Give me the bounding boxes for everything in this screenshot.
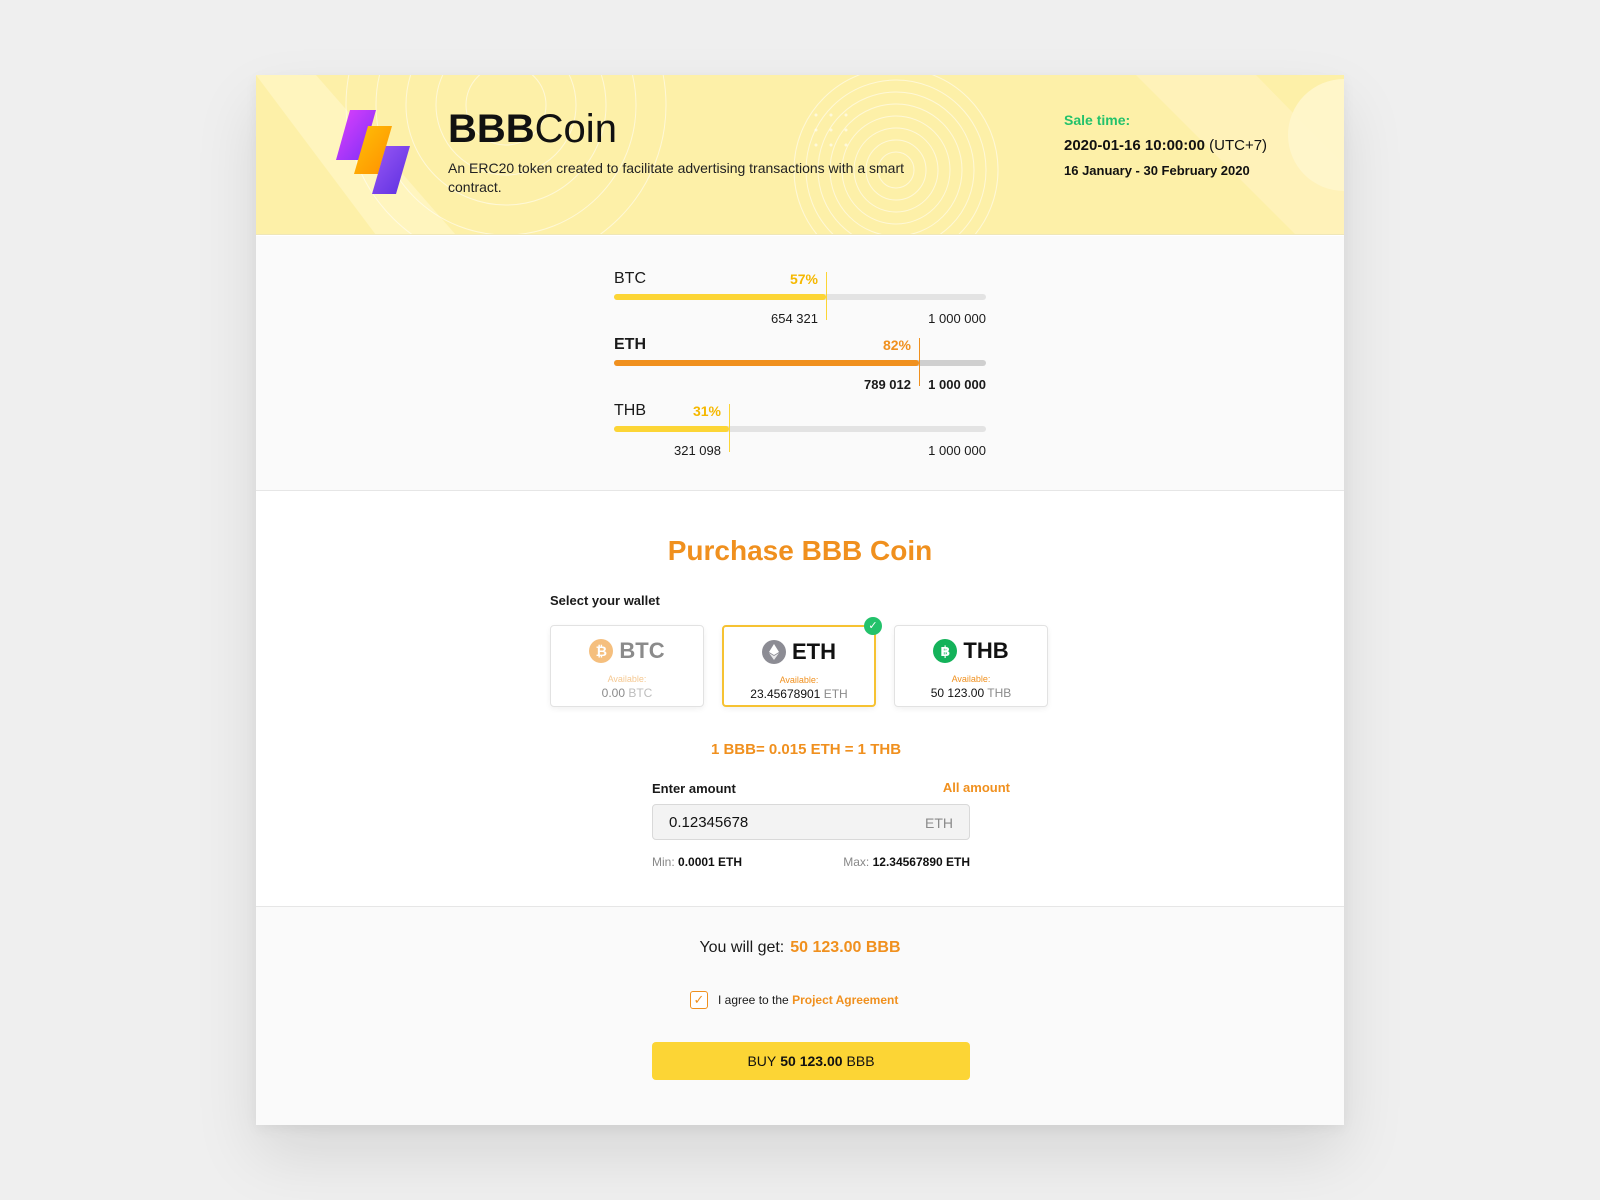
funding-progress: BTC 57% 654 321 1 000 000 ETH 82% 789 01… — [256, 236, 1344, 491]
wallet-available-label: Available: — [779, 675, 819, 685]
sale-date-range: 16 January - 30 February 2020 — [1064, 163, 1250, 178]
wallet-option-btc[interactable]: ₿ BTC Available: 0.00 BTC — [550, 625, 704, 707]
progress-percent: 31% — [692, 403, 721, 419]
progress-currency: ETH — [614, 336, 646, 353]
wallet-name: THB — [963, 638, 1009, 663]
ethereum-icon — [762, 640, 786, 664]
progress-fill — [614, 294, 826, 300]
wallet-name: BTC — [619, 638, 665, 663]
wallet-option-thb[interactable]: ฿ THB Available: 50 123.00 THB — [894, 625, 1048, 707]
amount-unit: ETH — [925, 815, 953, 831]
min-amount: Min: 0.0001 ETH — [652, 855, 743, 869]
progress-thb: THB 31% 321 098 1 000 000 — [614, 402, 986, 462]
progress-currency: BTC — [614, 270, 646, 287]
progress-marker — [826, 272, 827, 320]
progress-raised: 321 098 — [674, 443, 721, 458]
baht-icon: ฿ — [933, 639, 958, 663]
progress-eth: ETH 82% 789 012 1 000 000 — [614, 336, 986, 396]
progress-track — [614, 360, 986, 366]
project-agreement-link[interactable]: Project Agreement — [792, 993, 898, 1007]
progress-raised: 789 012 — [864, 377, 911, 392]
buy-button[interactable]: BUY 50 123.00 BBB — [652, 1042, 970, 1080]
max-amount: Max: 12.34567890 ETH — [843, 855, 970, 869]
wallet-balance: 23.45678901 ETH — [750, 687, 848, 701]
wallet-balance: 0.00 BTC — [601, 686, 653, 700]
selected-check-icon: ✓ — [864, 617, 882, 635]
brand-title: BBBCoin — [448, 107, 617, 151]
progress-btc: BTC 57% 654 321 1 000 000 — [614, 270, 986, 330]
banner-background — [256, 75, 1344, 234]
wallet-balance: 50 123.00 THB — [930, 686, 1012, 700]
amount-value: 0.12345678 — [669, 814, 749, 831]
exchange-rate: 1 BBB= 0.015 ETH = 1 THB — [710, 741, 902, 758]
agreement-checkbox[interactable]: ✓ — [690, 991, 708, 1009]
progress-marker — [729, 404, 730, 452]
amount-input[interactable]: 0.12345678 ETH — [652, 804, 970, 840]
token-sale-card: BBBCoin An ERC20 token created to facili… — [256, 75, 1344, 1125]
wallet-select-label: Select your wallet — [550, 593, 660, 608]
progress-percent: 82% — [882, 337, 911, 353]
order-summary: You will get: 50 123.00 BBB ✓ I agree to … — [256, 906, 1344, 1125]
progress-track — [614, 294, 986, 300]
all-amount-link[interactable]: All amount — [898, 780, 1010, 795]
progress-goal: 1 000 000 — [928, 443, 986, 458]
header-banner: BBBCoin An ERC20 token created to facili… — [256, 75, 1344, 235]
brand-description: An ERC20 token created to facilitate adv… — [448, 160, 904, 195]
progress-fill — [614, 360, 919, 366]
you-will-get: You will get: 50 123.00 BBB — [699, 939, 901, 956]
agreement-row: ✓ I agree to the Project Agreement — [690, 991, 898, 1009]
progress-fill — [614, 426, 729, 432]
progress-currency: THB — [614, 402, 646, 419]
sale-time-label: Sale time: — [1064, 112, 1131, 128]
progress-track — [614, 426, 986, 432]
amount-label: Enter amount — [652, 781, 736, 796]
progress-goal: 1 000 000 — [928, 377, 986, 392]
purchase-title: Purchase BBB Coin — [667, 535, 933, 566]
wallet-available-label: Available: — [607, 674, 647, 684]
wallet-name: ETH — [792, 639, 836, 664]
bitcoin-icon: ₿ — [589, 639, 614, 663]
bbbcoin-logo — [336, 110, 410, 194]
wallet-available-label: Available: — [951, 674, 991, 684]
wallet-option-eth[interactable]: ✓ ETH Available: 23.45678901 ETH — [722, 617, 882, 707]
sale-datetime: 2020-01-16 10:00:00 (UTC+7) — [1064, 137, 1268, 154]
progress-percent: 57% — [789, 271, 818, 287]
progress-raised: 654 321 — [771, 311, 818, 326]
progress-goal: 1 000 000 — [928, 311, 986, 326]
progress-marker — [919, 338, 920, 386]
